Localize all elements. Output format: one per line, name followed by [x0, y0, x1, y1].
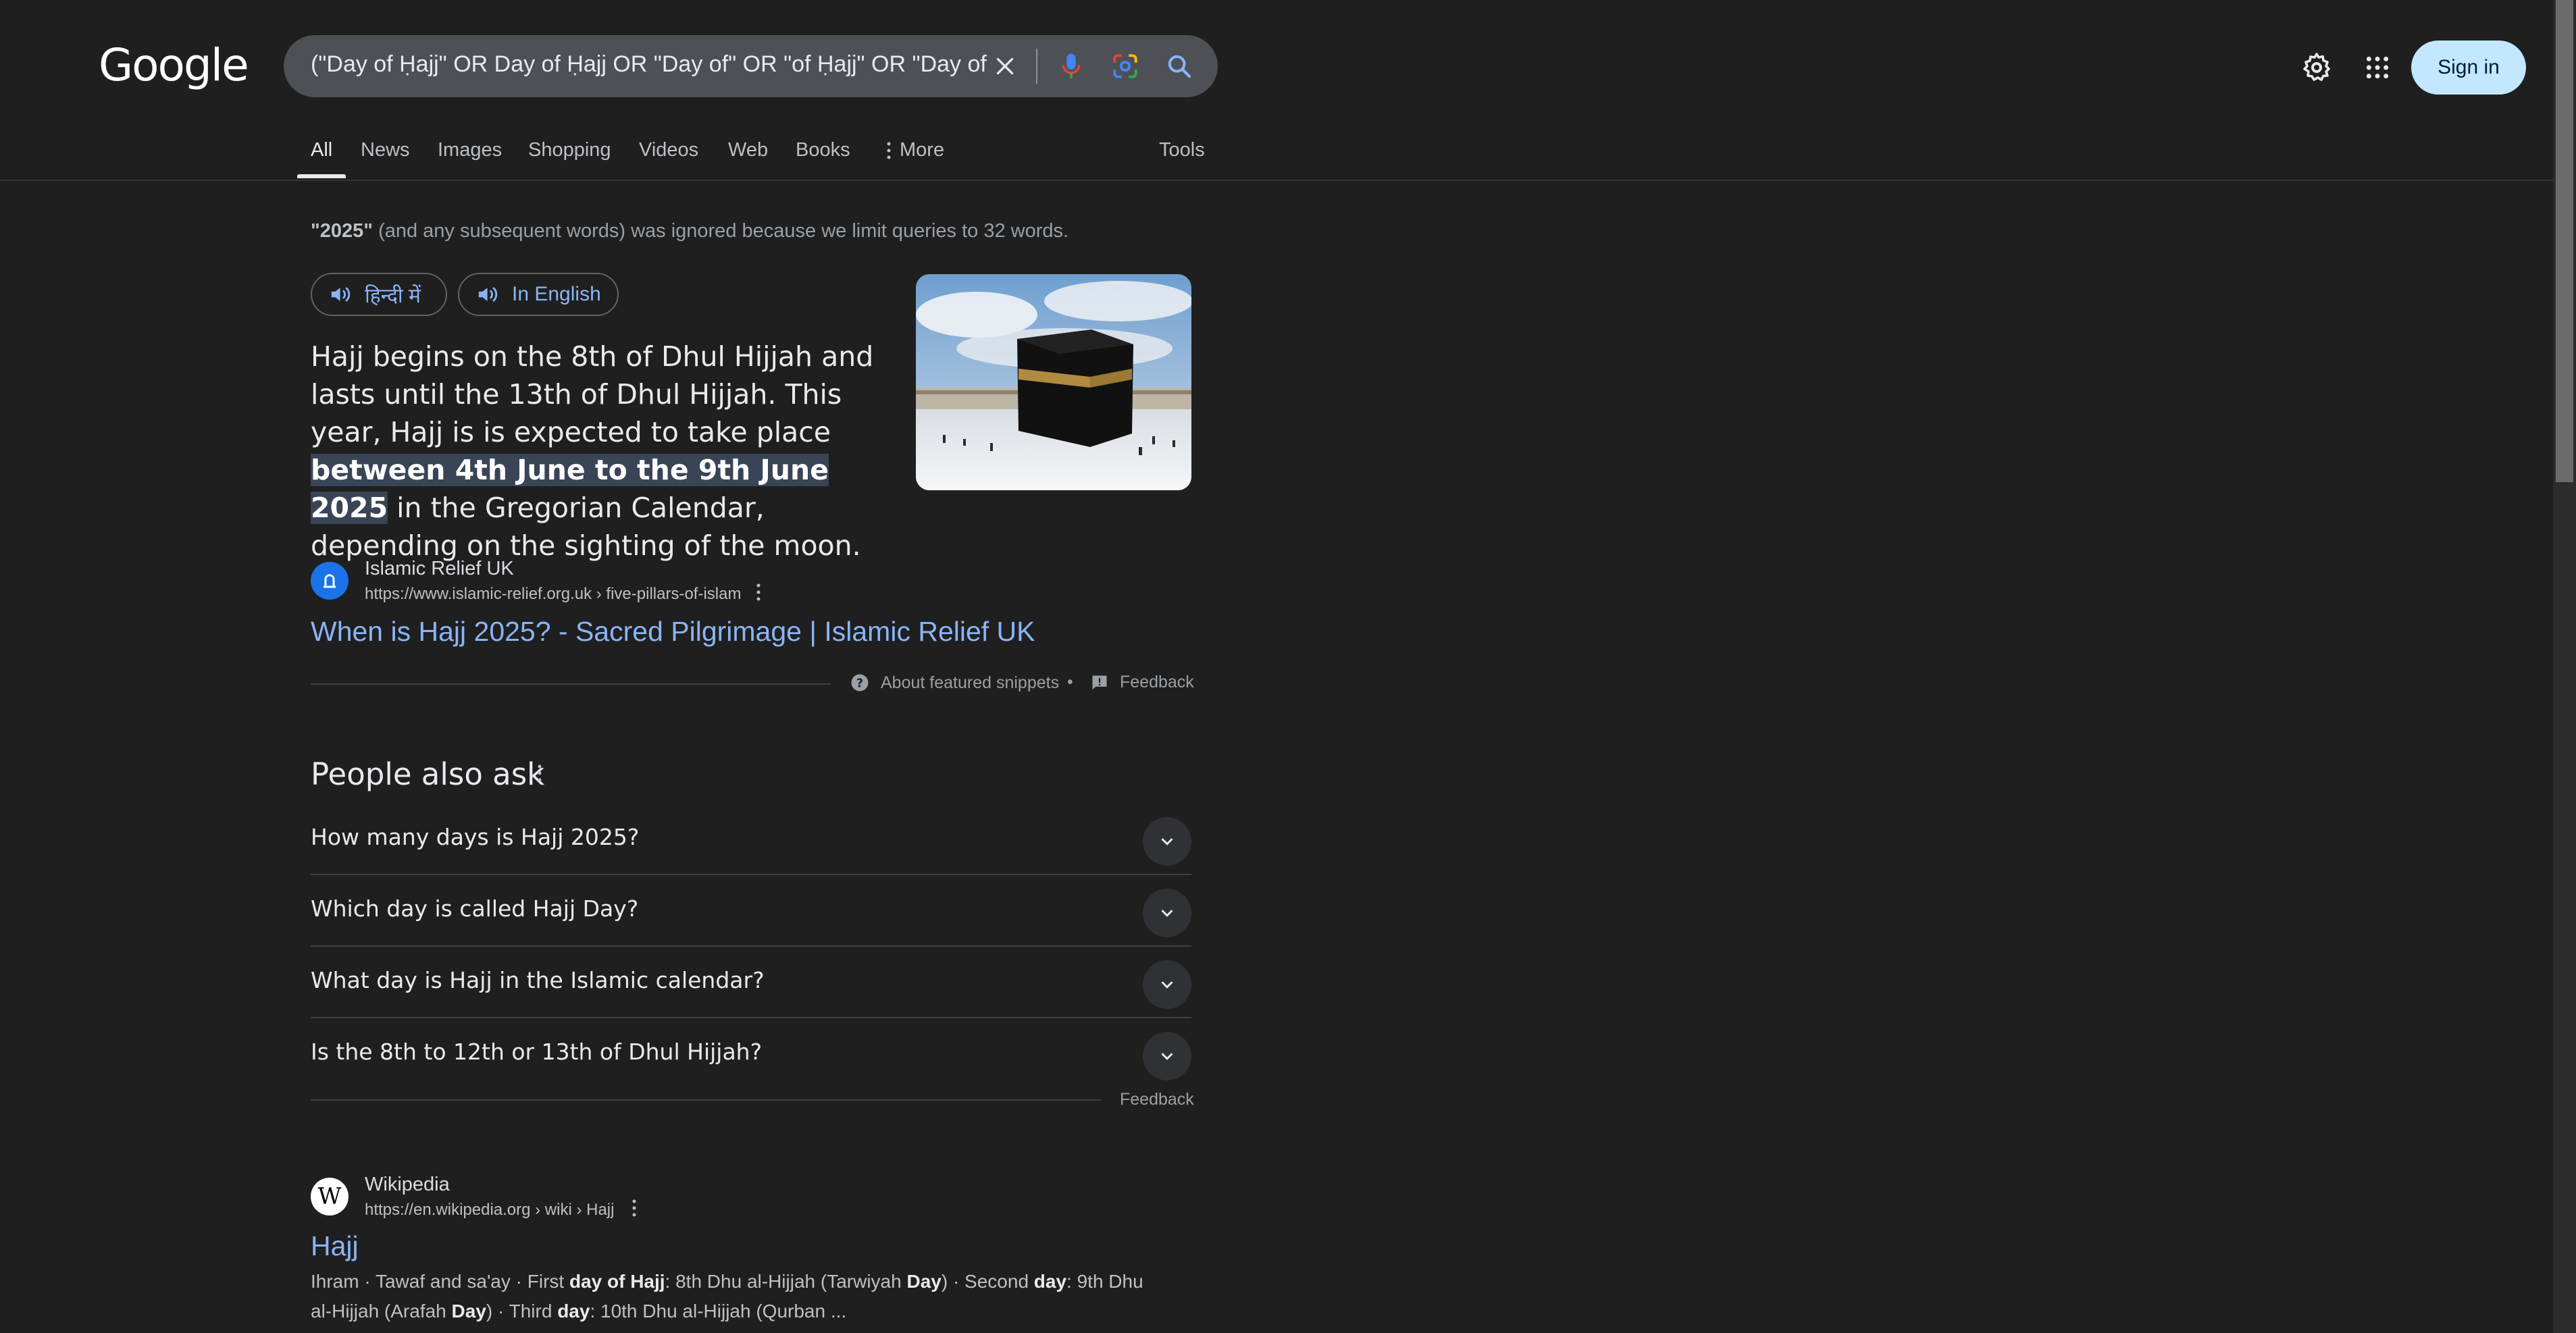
paa-question-3[interactable]: What day is Hajj in the Islamic calendar… [311, 947, 1191, 1018]
source-url[interactable]: https://www.islamic-relief.org.uk › five… [365, 585, 741, 604]
chevron-down-icon[interactable] [1143, 889, 1191, 937]
google-lens-icon[interactable] [1106, 47, 1144, 85]
paa-question-2[interactable]: Which day is called Hajj Day? [311, 875, 1191, 947]
paa-question-text: Is the 8th to 12th or 13th of Dhul Hijja… [311, 1039, 763, 1065]
wikipedia-favicon[interactable]: W [311, 1178, 349, 1216]
notice-text: (and any subsequent words) was ignored b… [373, 220, 1069, 242]
snippet-text: ) · Second [941, 1271, 1034, 1292]
listen-hindi-label: हिन्दी में [365, 284, 421, 307]
paa-question-text: Which day is called Hajj Day? [311, 895, 639, 922]
people-also-ask-heading: People also ask [311, 756, 545, 792]
tab-images[interactable]: Images [438, 139, 502, 161]
active-tab-indicator [297, 174, 346, 178]
snippet-bold-term: day of Hajj [569, 1271, 665, 1292]
speaker-icon [478, 286, 498, 303]
snippet-bold-term: day [1033, 1271, 1067, 1292]
tab-more-label: More [900, 139, 945, 161]
featured-result-title[interactable]: When is Hajj 2025? - Sacred Pilgrimage |… [311, 616, 1035, 648]
snippet-bold-term: Day [451, 1301, 486, 1322]
feedback-icon [1092, 675, 1107, 689]
paa-feedback-link[interactable]: Feedback [1120, 1090, 1194, 1109]
search-divider [1036, 49, 1037, 84]
snippet-text-before: Hajj begins on the 8th of Dhul Hijjah an… [311, 340, 874, 448]
sign-in-button[interactable]: Sign in [2411, 41, 2526, 95]
tab-shopping[interactable]: Shopping [528, 139, 611, 161]
chevron-down-icon[interactable] [1143, 1032, 1191, 1080]
wiki-result-menu-icon[interactable] [631, 1198, 644, 1221]
chevron-down-icon[interactable] [1143, 817, 1191, 866]
paa-question-text: What day is Hajj in the Islamic calendar… [311, 967, 765, 993]
wiki-source-url[interactable]: https://en.wikipedia.org › wiki › Hajj [365, 1201, 614, 1220]
tab-all[interactable]: All [311, 139, 332, 161]
google-logo[interactable]: Google [99, 39, 249, 91]
divider [311, 1099, 1101, 1101]
listen-english-label: In English [512, 283, 601, 305]
featured-snippet-text: Hajj begins on the 8th of Dhul Hijjah an… [311, 338, 878, 565]
kaaba-image[interactable] [916, 274, 1191, 490]
wikipedia-favicon-letter: W [317, 1183, 342, 1210]
tab-videos[interactable]: Videos [639, 139, 698, 161]
source-name[interactable]: Islamic Relief UK [365, 558, 514, 580]
chevron-down-icon[interactable] [1143, 960, 1191, 1009]
tools-button[interactable]: Tools [1159, 139, 1205, 161]
listen-english-chip[interactable]: In English [458, 273, 619, 316]
islamic-relief-favicon[interactable] [311, 562, 349, 600]
snippet-text-after: in the Gregorian Calendar, depending on … [311, 492, 861, 562]
more-vert-icon [887, 142, 891, 159]
paa-question-text: How many days is Hajj 2025? [311, 824, 640, 850]
snippet-bold-term: day [557, 1301, 590, 1322]
search-box[interactable]: ("Day of Ḥajj" OR Day of Ḥajj OR "Day of… [284, 35, 1218, 97]
tab-more[interactable]: More [885, 139, 944, 161]
microphone-icon[interactable] [1052, 47, 1090, 85]
paa-question-4[interactable]: Is the 8th to 12th or 13th of Dhul Hijja… [311, 1018, 1191, 1090]
snippet-text: : 8th Dhu al-Hijjah (Tarwiyah [665, 1271, 907, 1292]
tab-books[interactable]: Books [796, 139, 850, 161]
snippet-text: Ihram · Tawaf and sa'ay · First [311, 1271, 569, 1292]
clear-icon[interactable] [986, 47, 1024, 85]
separator-dot: • [1067, 673, 1073, 691]
tab-web[interactable]: Web [728, 139, 768, 161]
snippet-feedback-link[interactable]: Feedback [1090, 673, 1194, 692]
listen-hindi-chip[interactable]: हिन्दी में [311, 273, 447, 316]
search-icon[interactable] [1160, 47, 1198, 85]
svg-text:?: ? [856, 677, 863, 690]
apps-grid-icon[interactable] [2359, 41, 2396, 95]
paa-question-1[interactable]: How many days is Hajj 2025? [311, 804, 1191, 875]
divider [311, 683, 831, 685]
search-input[interactable]: ("Day of Ḥajj" OR Day of Ḥajj OR "Day of… [311, 51, 993, 78]
help-icon: ? [851, 674, 869, 691]
query-limit-notice: "2025" (and any subsequent words) was ig… [311, 220, 1068, 242]
speaker-icon [331, 286, 351, 303]
snippet-bold-term: Day [906, 1271, 942, 1292]
tab-news[interactable]: News [361, 139, 410, 161]
settings-gear-icon[interactable] [2298, 41, 2336, 95]
paa-menu-icon[interactable] [536, 763, 550, 786]
snippet-text: ) · Third [486, 1301, 558, 1322]
wiki-source-name[interactable]: Wikipedia [365, 1174, 450, 1196]
about-featured-snippets-label: About featured snippets [881, 673, 1060, 692]
scrollbar-thumb[interactable] [2556, 0, 2573, 482]
wiki-result-title[interactable]: Hajj [311, 1230, 359, 1262]
about-featured-snippets-link[interactable]: ? About featured snippets [850, 673, 1059, 693]
header: Google ("Day of Ḥajj" OR Day of Ḥajj OR … [0, 0, 2553, 181]
ignored-word: "2025" [311, 220, 373, 242]
wiki-result-snippet: Ihram · Tawaf and sa'ay · First day of H… [311, 1267, 1162, 1326]
result-menu-icon[interactable] [755, 582, 769, 605]
snippet-feedback-label: Feedback [1120, 673, 1194, 691]
snippet-text: : 10th Dhu al-Hijjah (Qurban ... [590, 1301, 847, 1322]
